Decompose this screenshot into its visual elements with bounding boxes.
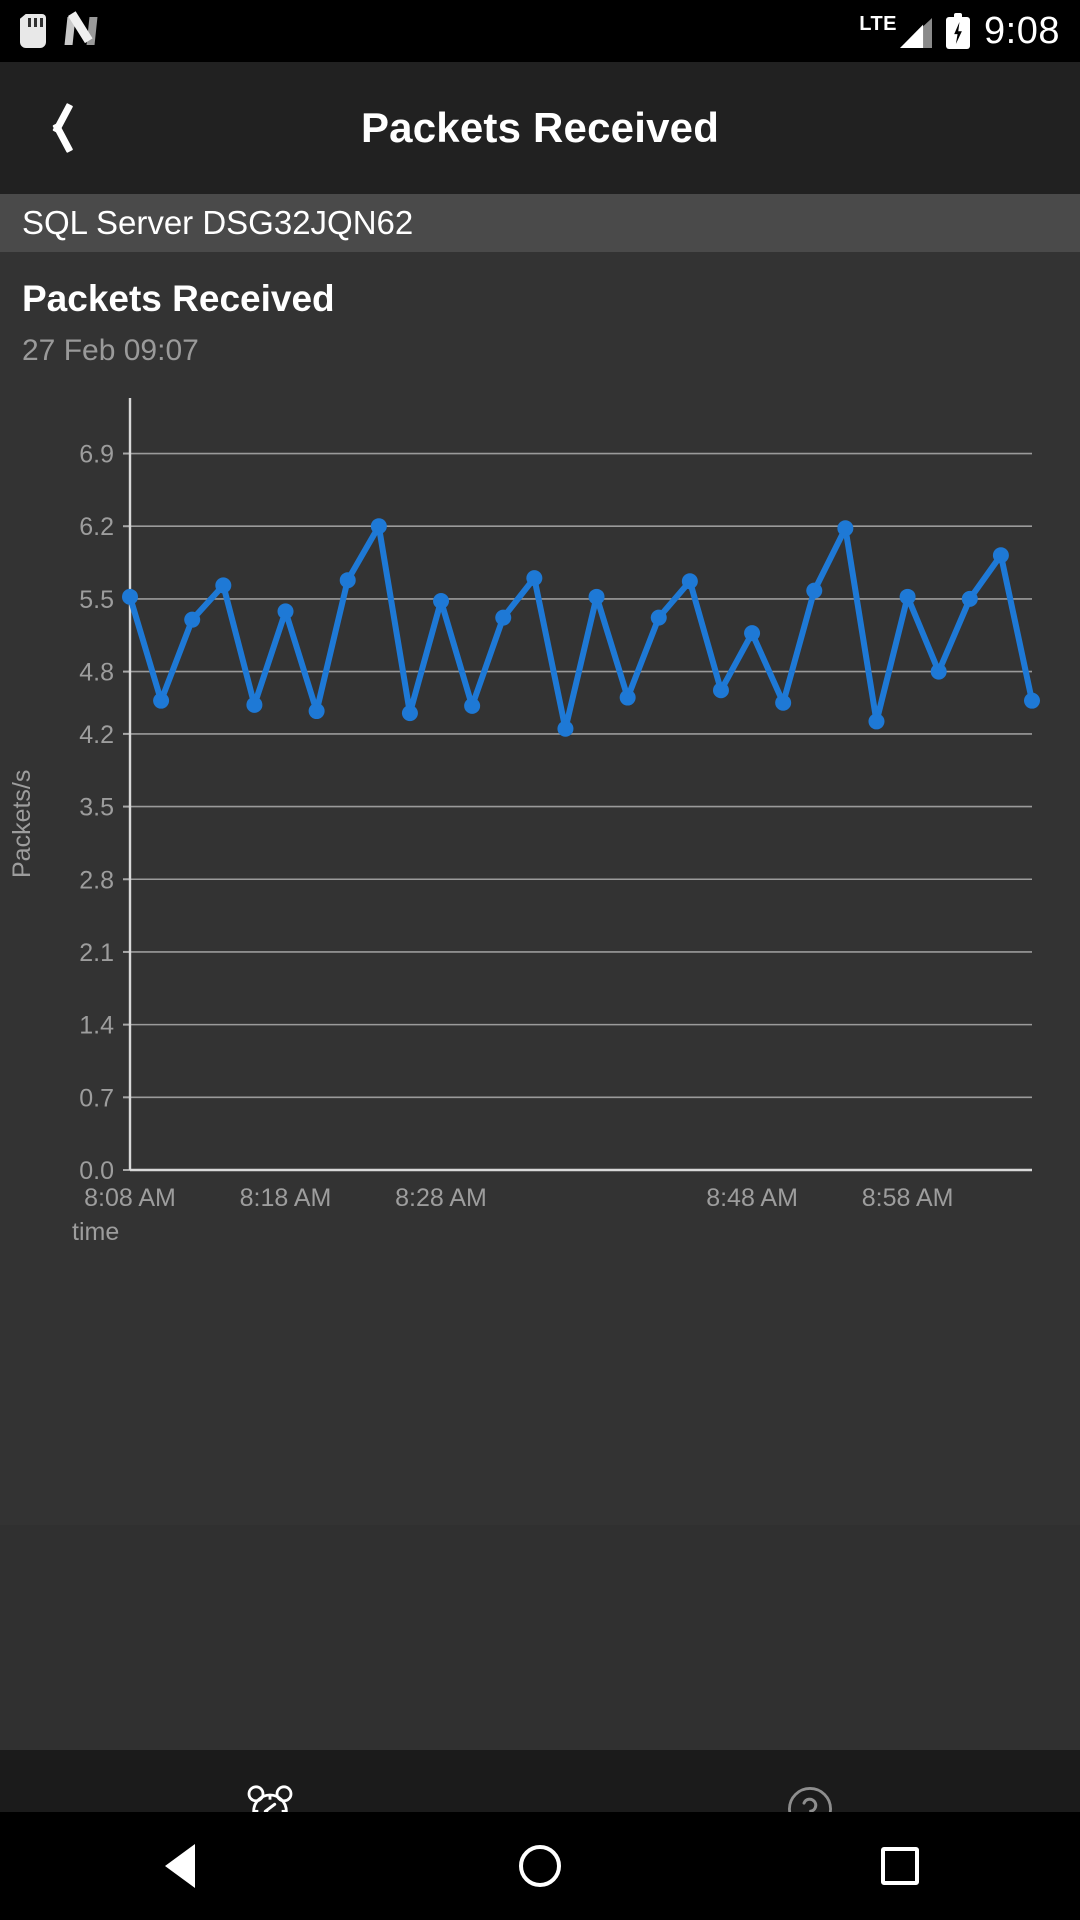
circle-home-icon (519, 1845, 561, 1887)
svg-text:6.9: 6.9 (79, 441, 114, 469)
status-bar: LTE 9:08 (0, 0, 1080, 62)
chart-series-line (127, 523, 1035, 732)
chart-y-axis-labels: 0.0 0.7 1.4 2.1 2.8 3.5 4.2 4.8 5.5 6.2 6.9 (79, 441, 114, 1185)
svg-text:2.1: 2.1 (79, 939, 114, 967)
svg-text:2.8: 2.8 (79, 866, 114, 894)
signal-bars-icon: LTE (859, 13, 933, 48)
metric-title: Packets Received (22, 278, 335, 319)
svg-text:4.8: 4.8 (79, 659, 114, 687)
nav-home-button[interactable] (470, 1812, 610, 1920)
status-bar-clock: 9:08 (984, 9, 1060, 52)
server-subheader[interactable]: SQL Server DSG32JQN62 (0, 194, 1080, 252)
chart-x-axis-labels: 8:08 AM 8:18 AM 8:28 AM 8:48 AM 8:58 AM (84, 1184, 953, 1212)
chart-y-axis-title: Packets/s (8, 770, 36, 878)
svg-text:8:58 AM: 8:58 AM (862, 1184, 954, 1212)
page-title: Packets Received (360, 104, 720, 151)
svg-text:8:08 AM: 8:08 AM (84, 1184, 176, 1212)
chart-area[interactable]: 0.0 0.7 1.4 2.1 2.8 3.5 4.2 4.8 5.5 6.2 6.9 8:08 A… (0, 398, 1080, 1338)
svg-text:6.2: 6.2 (79, 513, 114, 541)
line-chart[interactable]: 0.0 0.7 1.4 2.1 2.8 3.5 4.2 4.8 5.5 6.2 6.9 8:08 A… (0, 398, 1080, 1338)
chart-x-axis-title: time (72, 1218, 119, 1246)
status-bar-right-icons: LTE 9:08 (859, 10, 1060, 53)
svg-text:4.2: 4.2 (79, 721, 114, 749)
nav-recents-button[interactable] (830, 1812, 970, 1920)
app-bar: Packets Received (0, 62, 1080, 194)
battery-charging-icon (946, 13, 971, 49)
nav-back-button[interactable] (110, 1812, 250, 1920)
status-bar-left-icons (20, 11, 98, 48)
svg-text:0.0: 0.0 (79, 1157, 114, 1185)
svg-text:1.4: 1.4 (79, 1012, 114, 1040)
chart-gridlines (130, 452, 1032, 1099)
svg-text:0.7: 0.7 (79, 1084, 114, 1112)
svg-text:8:28 AM: 8:28 AM (395, 1184, 487, 1212)
svg-text:5.5: 5.5 (79, 586, 114, 614)
android-n-icon (64, 11, 98, 48)
lte-label: LTE (859, 13, 898, 35)
triangle-back-icon (165, 1844, 195, 1888)
content-area: Packets Received 27 Feb 09:07 0.0 0.7 1.4 2… (0, 252, 1080, 1525)
square-recents-icon (881, 1847, 919, 1885)
metric-timestamp: 27 Feb 09:07 (22, 334, 199, 367)
phone-screen: LTE 9:08 Packets Received SQL Server DSG… (0, 0, 1080, 1920)
svg-text:8:48 AM: 8:48 AM (706, 1184, 798, 1212)
svg-text:8:18 AM: 8:18 AM (240, 1184, 332, 1212)
sd-card-icon (20, 14, 46, 48)
android-nav-bar (0, 1812, 1080, 1920)
server-subheader-label: SQL Server DSG32JQN62 (22, 204, 414, 241)
svg-text:3.5: 3.5 (79, 794, 114, 822)
